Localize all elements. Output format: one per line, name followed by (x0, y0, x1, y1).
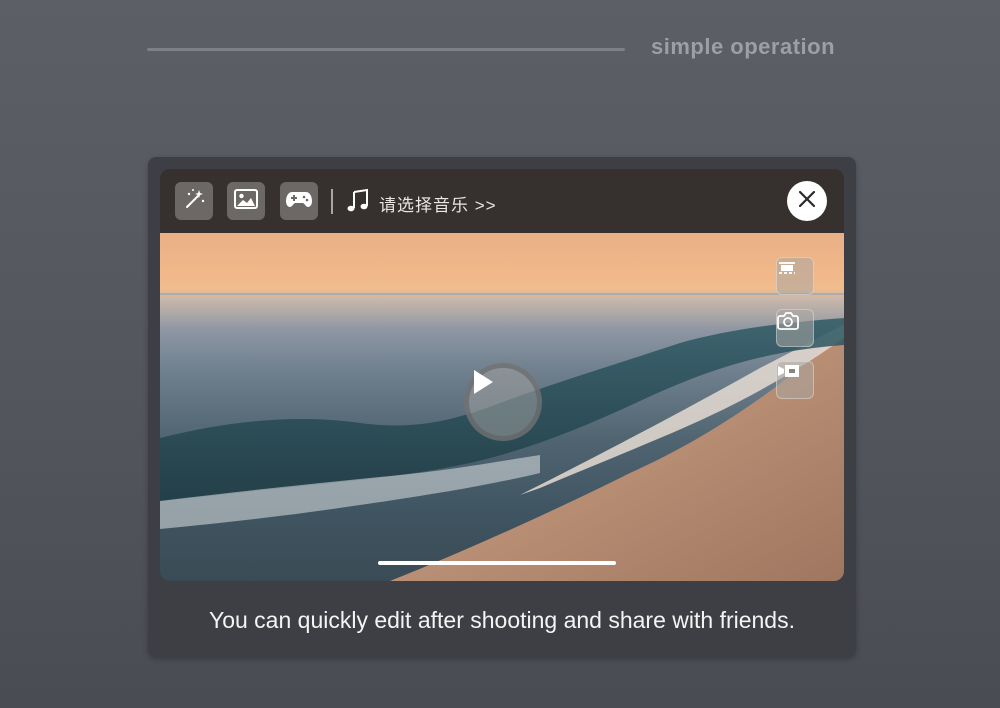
close-icon (797, 189, 817, 214)
image-icon (233, 188, 259, 215)
home-indicator-bar[interactable] (378, 561, 616, 565)
select-music-link[interactable]: 请选择音乐 >> (379, 191, 497, 216)
editor-toolbar: 请选择音乐 >> (160, 169, 844, 233)
play-button[interactable] (464, 363, 542, 441)
section-title: simple operation (651, 34, 836, 59)
music-note-icon (346, 188, 370, 214)
video-record-button[interactable] (776, 361, 814, 399)
magic-wand-icon (182, 187, 206, 216)
image-button[interactable] (227, 182, 265, 220)
crop-button[interactable] (776, 257, 814, 295)
header-divider-line (147, 48, 625, 51)
magic-wand-button[interactable] (175, 182, 213, 220)
close-button[interactable] (787, 181, 827, 221)
feature-caption: You can quickly edit after shooting and … (208, 607, 795, 633)
video-preview[interactable] (160, 233, 844, 581)
game-button[interactable] (280, 182, 318, 220)
feature-card: 请选择音乐 >> You can quickly edit after shoo… (148, 157, 856, 657)
camera-button[interactable] (776, 309, 814, 347)
phone-screen: 请选择音乐 >> (160, 169, 844, 581)
toolbar-divider (331, 189, 333, 214)
gamepad-icon (285, 189, 313, 214)
